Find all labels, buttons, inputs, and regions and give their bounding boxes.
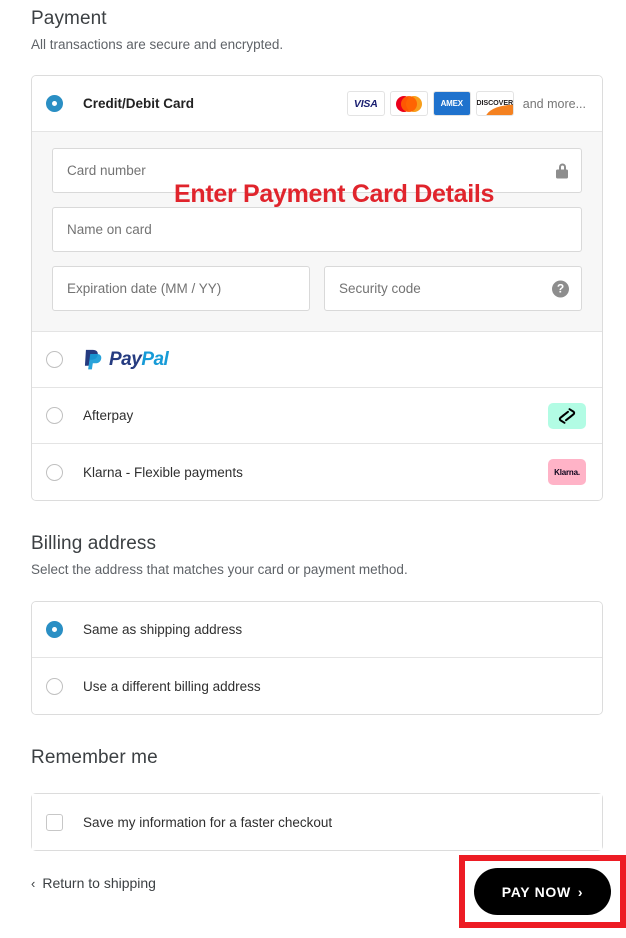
checkout-footer: ‹ Return to shipping	[31, 875, 156, 891]
mastercard-icon	[389, 91, 428, 116]
checkout-payment-page: Payment All transactions are secure and …	[0, 0, 626, 938]
billing-option-label-different: Use a different billing address	[83, 678, 261, 694]
annotation-highlight-box: PAY NOW ›	[459, 855, 626, 928]
save-info-checkbox[interactable]	[46, 813, 63, 831]
pay-now-highlight: PAY NOW ›	[459, 855, 626, 928]
name-on-card-field[interactable]: Name on card	[52, 207, 582, 252]
payment-section-header: Payment All transactions are secure and …	[31, 8, 283, 52]
payment-method-afterpay[interactable]: Afterpay	[32, 388, 602, 444]
expiration-date-field[interactable]: Expiration date (MM / YY)	[52, 266, 310, 311]
billing-options-container: Same as shipping address Use a different…	[31, 601, 603, 715]
remember-title: Remember me	[31, 747, 158, 768]
chevron-left-icon: ‹	[31, 875, 36, 891]
visa-icon: VISA	[346, 91, 385, 116]
radio-different-billing[interactable]	[46, 677, 63, 695]
billing-section-header: Billing address Select the address that …	[31, 533, 408, 577]
name-on-card-placeholder: Name on card	[67, 222, 152, 237]
amex-icon: AMEX	[432, 91, 471, 116]
billing-option-label-same: Same as shipping address	[83, 622, 243, 637]
card-details-form: Card number Name on card Expiration date…	[32, 132, 602, 332]
payment-method-paypal[interactable]: PayPal	[32, 332, 602, 388]
pay-now-button[interactable]: PAY NOW ›	[474, 868, 611, 915]
payment-method-label-afterpay: Afterpay	[83, 408, 134, 423]
and-more-label: and more...	[522, 96, 586, 111]
radio-klarna[interactable]	[46, 463, 63, 481]
billing-option-same-as-shipping[interactable]: Same as shipping address	[32, 602, 602, 658]
discover-icon: DISCOVER	[475, 91, 514, 116]
lock-icon	[556, 163, 568, 178]
save-info-row[interactable]: Save my information for a faster checkou…	[32, 794, 602, 850]
radio-paypal[interactable]	[46, 351, 63, 368]
paypal-wordmark: PayPal	[109, 348, 169, 370]
mastercard-circles	[395, 95, 422, 112]
payment-method-label-credit-card: Credit/Debit Card	[83, 96, 195, 111]
card-number-placeholder: Card number	[67, 163, 146, 178]
security-code-placeholder: Security code	[339, 281, 421, 296]
return-to-shipping-link[interactable]: ‹ Return to shipping	[31, 875, 156, 891]
paypal-mark-icon	[84, 349, 102, 369]
help-icon[interactable]: ?	[552, 280, 569, 297]
afterpay-badge-icon	[548, 402, 586, 429]
chevron-right-icon: ›	[577, 883, 584, 900]
paypal-logo: PayPal	[83, 348, 169, 372]
radio-same-as-shipping[interactable]	[46, 621, 63, 638]
klarna-wordmark: Klarna.	[554, 467, 580, 477]
payment-method-credit-card[interactable]: Credit/Debit Card VISA AMEX DISCOVER and…	[32, 76, 602, 132]
afterpay-link-glyph	[558, 407, 576, 424]
payment-methods-container: Credit/Debit Card VISA AMEX DISCOVER and…	[31, 75, 603, 501]
payment-method-label-klarna: Klarna - Flexible payments	[83, 464, 243, 480]
card-brand-logos: VISA AMEX DISCOVER	[346, 91, 514, 116]
billing-title: Billing address	[31, 533, 157, 554]
expiration-placeholder: Expiration date (MM / YY)	[67, 281, 222, 296]
mastercard-overlap	[400, 95, 417, 112]
billing-option-different-address[interactable]: Use a different billing address	[32, 658, 602, 714]
page-title: Payment	[31, 8, 107, 29]
amex-field: AMEX	[433, 92, 470, 115]
pay-now-label: PAY NOW	[501, 883, 571, 900]
remember-me-container: Save my information for a faster checkou…	[31, 793, 603, 851]
klarna-badge-icon: Klarna.	[548, 459, 586, 485]
radio-afterpay[interactable]	[46, 407, 63, 424]
card-number-field[interactable]: Card number	[52, 148, 582, 193]
remember-section-header: Remember me	[31, 747, 158, 769]
return-to-shipping-label: Return to shipping	[42, 875, 156, 891]
radio-credit-card[interactable]	[46, 95, 63, 112]
expiry-security-row: Expiration date (MM / YY) Security code …	[52, 266, 582, 311]
security-code-field[interactable]: Security code ?	[324, 266, 582, 311]
save-info-label: Save my information for a faster checkou…	[83, 814, 333, 830]
payment-subtitle: All transactions are secure and encrypte…	[31, 37, 284, 52]
lock-body	[556, 169, 568, 178]
payment-method-klarna[interactable]: Klarna - Flexible payments Klarna.	[32, 444, 602, 500]
billing-subtitle: Select the address that matches your car…	[31, 562, 408, 577]
